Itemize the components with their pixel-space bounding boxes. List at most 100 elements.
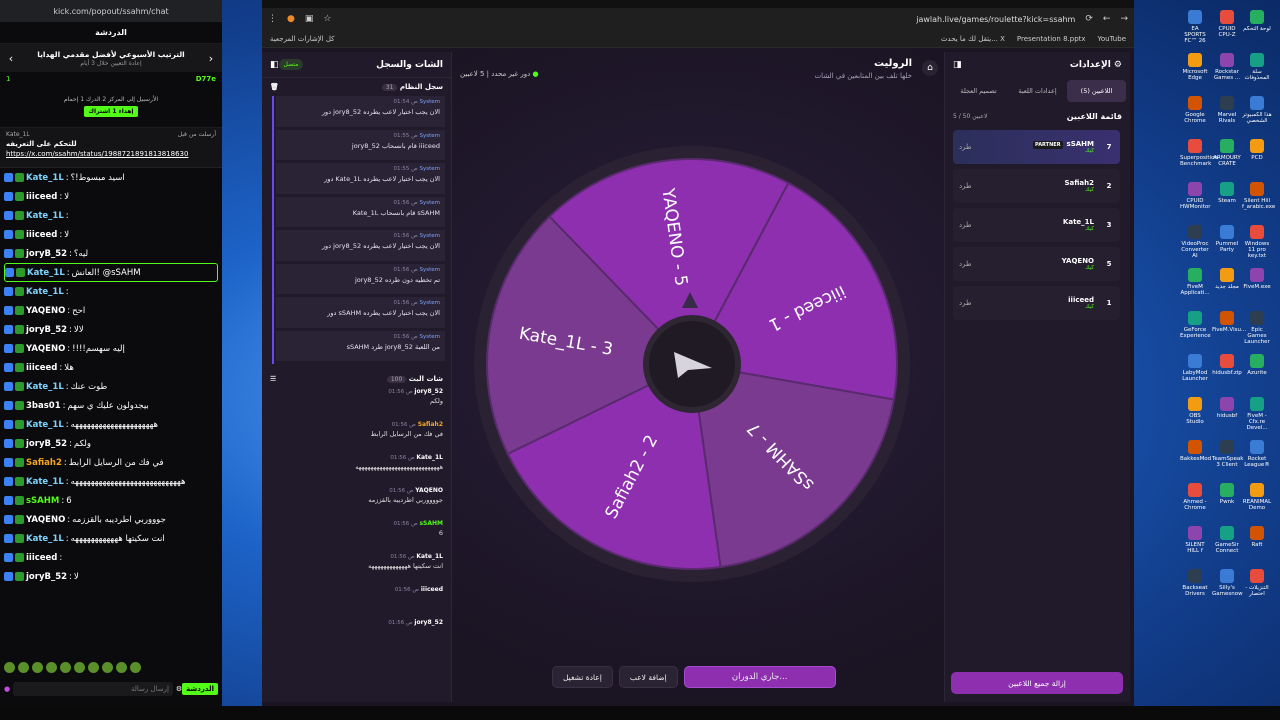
- chat-message[interactable]: Safiah2: في فك من الرسايل الرابط: [4, 453, 218, 472]
- chat-username[interactable]: YAQENO: [26, 305, 65, 317]
- desktop-shortcut[interactable]: TeamSpeak 3 Client: [1212, 440, 1243, 468]
- pinned-link[interactable]: https://x.com/ssahm/status/1988721891813…: [6, 150, 216, 158]
- desktop-shortcut[interactable]: Steam: [1212, 182, 1242, 204]
- emote-icon[interactable]: [130, 662, 141, 673]
- desktop-shortcut[interactable]: Superposition Benchmark: [1180, 139, 1218, 167]
- chat-username[interactable]: YAQENO: [26, 514, 65, 526]
- desktop-shortcut[interactable]: Backseat Drivers: [1180, 569, 1210, 597]
- chat-message[interactable]: YAQENO: احح: [4, 301, 218, 320]
- chat-message[interactable]: 3bas01: بيجدولون عليك ي سهم: [4, 396, 218, 415]
- kick-player-button[interactable]: طرد: [959, 143, 972, 151]
- gift-sub-button[interactable]: إهداء 1 اشتراك: [83, 106, 139, 117]
- chat-username[interactable]: iiiceed: [26, 362, 57, 374]
- desktop-shortcut[interactable]: Raft: [1242, 526, 1272, 548]
- emote-icon[interactable]: [116, 662, 127, 673]
- chat-message[interactable]: Kate_1L:: [4, 282, 218, 301]
- chat-username[interactable]: joryB_52: [26, 324, 67, 336]
- home-icon[interactable]: ⌂: [922, 60, 938, 76]
- tab-game-settings[interactable]: إعدادات اللعبة: [1008, 80, 1067, 102]
- desktop-shortcut[interactable]: EA SPORTS FC™ 26: [1180, 10, 1210, 44]
- desktop-shortcut[interactable]: FiveM Applicati...: [1180, 268, 1210, 296]
- spin-button[interactable]: جاري الدوران...: [683, 666, 836, 688]
- desktop-shortcut[interactable]: Epic Games Launcher: [1242, 311, 1272, 345]
- chat-username[interactable]: joryB_52: [26, 248, 67, 260]
- bookmark-item[interactable]: يتقل لك ما يحدث... X: [941, 35, 1005, 43]
- player-card[interactable]: طرد Safiah2 كيك 2: [953, 169, 1120, 203]
- desktop-shortcut[interactable]: FiveM.exe: [1242, 268, 1272, 290]
- tab-wheel-design[interactable]: تصميم العجلة: [949, 80, 1008, 102]
- emote-icon[interactable]: [102, 662, 113, 673]
- chat-username[interactable]: Kate_1L: [26, 381, 64, 393]
- desktop-shortcut[interactable]: لوحة التحكم: [1242, 10, 1272, 32]
- desktop-shortcut[interactable]: Silent Hill f_arabic.exe: [1242, 182, 1275, 210]
- trash-icon[interactable]: 🗑: [270, 83, 279, 91]
- desktop-shortcut[interactable]: CPUID CPU-Z: [1212, 10, 1242, 38]
- chat-username[interactable]: iiiceed: [26, 552, 57, 564]
- chat-message[interactable]: Kate_1L: العانش! @sSAHM: [4, 263, 218, 282]
- chat-username[interactable]: iiiceed: [26, 191, 57, 203]
- chat-message[interactable]: Kate_1L: هههههههههههههههههههههه: [4, 415, 218, 434]
- desktop-shortcut[interactable]: PCD: [1242, 139, 1272, 161]
- back-icon[interactable]: ←: [1103, 14, 1111, 24]
- chat-username[interactable]: Kate_1L: [26, 419, 64, 431]
- filter-icon[interactable]: ☰: [270, 375, 276, 383]
- chevron-left-icon[interactable]: ‹: [6, 52, 16, 65]
- chat-username[interactable]: Kate_1L: [26, 533, 64, 545]
- collapse-settings-icon[interactable]: ◨: [953, 60, 962, 70]
- chat-username[interactable]: 3bas01: [26, 400, 61, 412]
- clear-players-button[interactable]: إزالة جميع اللاعبين: [951, 672, 1123, 694]
- emote-icon[interactable]: [46, 662, 57, 673]
- desktop-shortcut[interactable]: Marvel Rivals: [1212, 96, 1242, 124]
- address-bar[interactable]: jawlah.live/games/roulette?kick=ssahm: [341, 15, 1075, 24]
- desktop-shortcut[interactable]: Silly's Gamesnow: [1212, 569, 1243, 597]
- player-card[interactable]: طرد PARTNER sSAHM كيك 7: [953, 130, 1120, 164]
- player-card[interactable]: طرد YAQENO كيك 5: [953, 247, 1120, 281]
- kick-player-button[interactable]: طرد: [959, 182, 972, 190]
- emote-icon[interactable]: [74, 662, 85, 673]
- chat-message[interactable]: Kate_1L:: [4, 206, 218, 225]
- desktop-shortcut[interactable]: التنزيلات - اختصار: [1242, 569, 1272, 597]
- chat-username[interactable]: Kate_1L: [26, 210, 64, 222]
- chat-message[interactable]: iiiceed: لا: [4, 187, 218, 206]
- kick-url-bar[interactable]: kick.com/popout/ssahm/chat: [0, 0, 222, 22]
- kick-chat-input[interactable]: إرسال رسالة: [13, 682, 173, 696]
- kick-player-button[interactable]: طرد: [959, 299, 972, 307]
- desktop-shortcut[interactable]: VideoProc Converter AI: [1180, 225, 1210, 259]
- kick-chat-send-button[interactable]: الدردشة: [182, 683, 218, 695]
- emote-icon[interactable]: [88, 662, 99, 673]
- desktop-shortcut[interactable]: SILENT HILL f: [1180, 526, 1210, 554]
- desktop-shortcut[interactable]: Microsoft Edge: [1180, 53, 1210, 81]
- desktop-shortcut[interactable]: Pummel Party: [1212, 225, 1242, 253]
- add-player-button[interactable]: إضافة لاعب: [618, 666, 678, 688]
- tab-players[interactable]: اللاعبين (5): [1067, 80, 1126, 102]
- desktop-shortcut[interactable]: hidusbf: [1212, 397, 1242, 419]
- chat-username[interactable]: Kate_1L: [26, 476, 64, 488]
- chat-message[interactable]: sSAHM:6: [4, 491, 218, 510]
- forward-icon[interactable]: →: [1120, 14, 1128, 24]
- chat-username[interactable]: Kate_1L: [26, 286, 64, 298]
- chat-message[interactable]: YAQENO: !!!!إليه سهسم: [4, 339, 218, 358]
- chat-message[interactable]: joryB_52: ليه؟: [4, 244, 218, 263]
- chat-username[interactable]: Kate_1L: [27, 267, 65, 279]
- emote-icon[interactable]: [18, 662, 29, 673]
- all-bookmarks[interactable]: كل الإشارات المرجعية: [270, 35, 335, 43]
- chat-message[interactable]: YAQENO: جوووربي اطرديبه بالقززمه: [4, 510, 218, 529]
- menu-icon[interactable]: ⋮: [268, 14, 277, 24]
- mic-icon[interactable]: ●: [4, 685, 10, 693]
- desktop-shortcut[interactable]: ARMOURY CRATE: [1212, 139, 1242, 167]
- chat-message[interactable]: joryB_52: ولكم: [4, 434, 218, 453]
- desktop-shortcut[interactable]: FiveM - Cfx.re Devel...: [1242, 397, 1272, 431]
- player-card[interactable]: طرد Kate_1L كيك 3: [953, 208, 1120, 242]
- roulette-wheel[interactable]: iiiceed - 1 sSAHM - 7 Safiah2 - 2 Kate_1L -…: [472, 144, 912, 584]
- chat-message[interactable]: Kate_1L: ههههههههههههههههههههههههههههه: [4, 472, 218, 491]
- reload-icon[interactable]: ⟳: [1085, 14, 1093, 24]
- desktop-shortcut[interactable]: Rocket League®: [1242, 440, 1272, 468]
- kick-player-button[interactable]: طرد: [959, 260, 972, 268]
- chat-message[interactable]: joryB_52: لالا: [4, 320, 218, 339]
- desktop-shortcut[interactable]: Ahmed - Chrome: [1180, 483, 1210, 511]
- bookmark-item[interactable]: Presentation 8.pptx: [1017, 35, 1086, 43]
- chat-message[interactable]: iiiceed:: [4, 548, 218, 567]
- chat-username[interactable]: YAQENO: [26, 343, 65, 355]
- chat-username[interactable]: sSAHM: [26, 495, 59, 507]
- emote-icon[interactable]: [32, 662, 43, 673]
